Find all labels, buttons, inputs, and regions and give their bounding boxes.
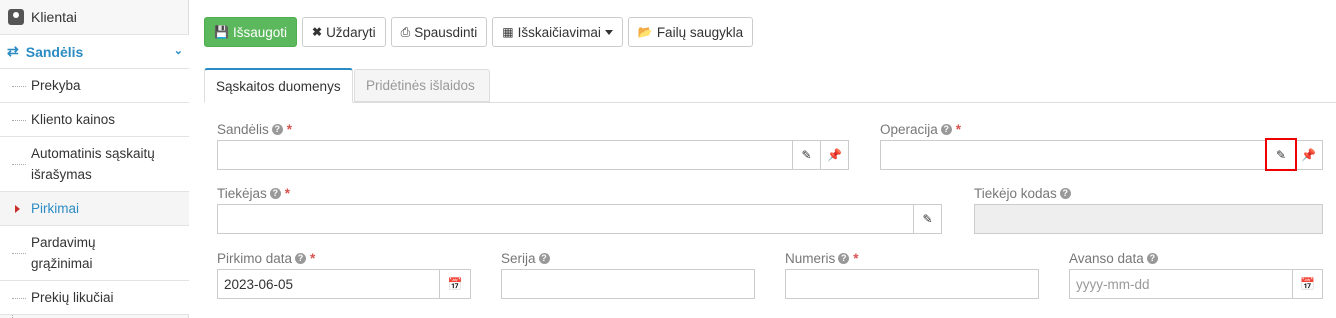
purchase-date-calendar-button[interactable]: 📅 [439,269,471,299]
purchase-date-label: Pirkimo data ? * [217,251,315,266]
help-icon[interactable]: ? [269,188,281,199]
advance-date-label: Avanso data ? [1069,251,1158,266]
supplier-label: Tiekėjas ? * [217,186,290,201]
sidebar-item-label: Klientai [31,9,77,25]
sidebar-item-label: Prekių likučiai [31,290,114,305]
sidebar-item-prekiu-likuciai[interactable]: Prekių likučiai [0,281,189,315]
sidebar: Klientai ⇄ Sandėlis ⌄ Prekyba Kliento ka… [0,0,189,318]
advance-date-input[interactable]: yyyy-mm-dd [1069,269,1293,299]
sidebar-item-label: Automatinis sąskaitų [31,146,155,161]
series-input[interactable] [501,269,755,299]
help-icon[interactable]: ? [838,253,850,264]
transfer-icon: ⇄ [7,43,19,59]
tab-label: Pridėtinės išlaidos [366,78,475,93]
sidebar-item-label: išrašymas [31,167,92,182]
number-input[interactable] [785,269,1039,299]
file-storage-button-label: Failų saugykla [656,24,744,40]
warehouse-pin-button[interactable]: 📌 [820,140,849,170]
required-marker: * [853,251,859,266]
number-label-text: Numeris [785,251,836,266]
supplier-input[interactable] [217,204,914,234]
close-button-label: Uždaryti [326,24,376,40]
toolbar: 💾 Išsaugoti ✖ Uždaryti ⎙ Spausdinti ▦ Iš… [204,17,754,47]
sidebar-item-pardavimu-grazinimai[interactable]: Pardavimų grąžinimai [0,226,189,281]
warehouse-input[interactable] [217,140,793,170]
sidebar-item-clients[interactable]: Klientai [0,0,189,35]
help-icon[interactable]: ? [271,124,283,135]
tab-invoice-data[interactable]: Sąskaitos duomenys [204,68,353,103]
sidebar-item-automatinis[interactable]: Automatinis sąskaitų išrašymas [0,137,189,192]
purchase-date-label-text: Pirkimo data [217,251,293,266]
calendar-icon: 📅 [1300,277,1315,291]
required-marker: * [284,186,291,201]
required-marker: * [955,122,962,137]
help-icon[interactable]: ? [1059,188,1071,199]
warehouse-label: Sandėlis ? * [217,122,292,137]
pencil-icon: ✎ [801,148,812,162]
required-marker: * [286,122,293,137]
sidebar-item-label: Pardavimų [31,235,96,250]
calculations-button-label: Išskaičiavimai [517,24,601,40]
supplier-code-label: Tiekėjo kodas ? [974,186,1071,201]
caret-right-icon [15,205,20,213]
calendar-icon: 📅 [447,277,463,291]
folder-open-icon: 📂 [637,25,653,39]
number-label: Numeris ? * [785,251,859,266]
pencil-icon: ✎ [1275,147,1287,162]
operation-edit-button[interactable]: ✎ [1265,138,1297,171]
sidebar-item-label: grąžinimai [31,256,93,271]
operation-label: Operacija ? * [880,122,961,137]
advance-date-label-text: Avanso data [1069,251,1144,266]
sidebar-item-label: Pirkimai [31,201,80,216]
supplier-label-text: Tiekėjas [217,186,267,201]
supplier-code-input [974,204,1323,234]
print-button[interactable]: ⎙ Spausdinti [390,17,488,47]
sidebar-category-label: Sandėlis [25,43,84,60]
sidebar-item-kliento-kainos[interactable]: Kliento kainos [0,103,189,137]
advance-date-calendar-button[interactable]: 📅 [1292,269,1323,299]
sidebar-item-pirkimai[interactable]: Pirkimai [0,192,189,226]
chevron-down-icon: ⌄ [173,45,183,57]
sidebar-item-label: Kliento kainos [31,112,116,127]
close-button[interactable]: ✖ Uždaryti [302,17,386,47]
calculations-dropdown-button[interactable]: ▦ Išskaičiavimai [492,17,623,47]
operation-input[interactable] [880,140,1266,170]
print-icon: ⎙ [400,24,411,39]
calculator-icon: ▦ [502,25,514,39]
required-marker: * [310,251,316,266]
floppy-icon: 💾 [214,25,229,39]
tab-additional-costs[interactable]: Pridėtinės išlaidos [354,69,490,102]
print-button-label: Spausdinti [414,24,478,40]
warehouse-edit-button[interactable]: ✎ [792,140,821,170]
supplier-code-label-text: Tiekėjo kodas [974,186,1057,201]
times-icon: ✖ [312,25,323,39]
caret-down-icon [604,29,613,35]
series-label: Serija ? [501,251,550,266]
supplier-edit-button[interactable]: ✎ [913,204,942,234]
pin-icon: 📌 [1301,148,1316,162]
file-storage-button[interactable]: 📂 Failų saugykla [627,17,754,47]
help-icon[interactable]: ? [538,253,550,264]
warehouse-label-text: Sandėlis [217,122,269,137]
help-icon[interactable]: ? [295,253,307,264]
operation-pin-button[interactable]: 📌 [1294,140,1323,170]
pencil-icon: ✎ [922,212,933,226]
help-icon[interactable]: ? [940,124,952,135]
help-icon[interactable]: ? [1146,253,1158,264]
save-button[interactable]: 💾 Išsaugoti [204,17,297,47]
sidebar-item-label: Prekyba [31,78,81,93]
save-button-label: Išsaugoti [232,24,287,40]
advance-date-placeholder: yyyy-mm-dd [1076,276,1150,292]
purchase-date-value: 2023-06-05 [224,276,294,292]
sidebar-item-prekyba[interactable]: Prekyba [0,69,189,103]
tab-label: Sąskaitos duomenys [216,78,341,94]
sidebar-category-warehouse[interactable]: ⇄ Sandėlis ⌄ [0,35,189,69]
pin-icon: 📌 [827,148,842,162]
purchase-date-input[interactable]: 2023-06-05 [217,269,440,299]
operation-label-text: Operacija [880,122,938,137]
tab-bar: Sąskaitos duomenys Pridėtinės išlaidos [204,68,1336,103]
series-label-text: Serija [501,251,536,266]
user-card-icon [8,9,24,25]
